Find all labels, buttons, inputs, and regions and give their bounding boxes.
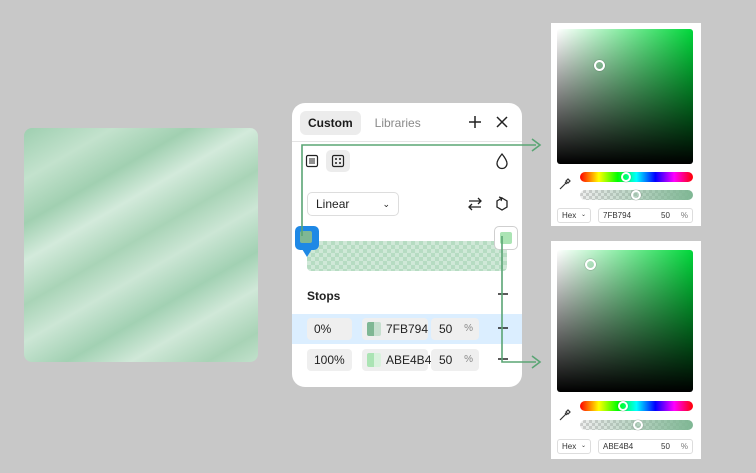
saturation-field[interactable] <box>557 250 693 392</box>
opacity-unit: % <box>680 211 688 220</box>
hex-input[interactable]: ABE4B4 50 % <box>598 439 693 454</box>
alpha-thumb[interactable] <box>631 190 641 200</box>
eyedropper-icon[interactable] <box>558 408 572 422</box>
saturation-field[interactable] <box>557 29 693 164</box>
saturation-thumb[interactable] <box>594 60 605 71</box>
format-label: Hex <box>562 211 577 220</box>
opacity-unit: % <box>680 442 688 451</box>
chevron-down-icon: ⌄ <box>580 443 586 449</box>
hex-input[interactable]: 7FB794 50 % <box>598 208 693 223</box>
chevron-down-icon: ⌄ <box>580 212 586 218</box>
eyedropper-icon[interactable] <box>558 177 572 191</box>
saturation-thumb[interactable] <box>585 259 596 270</box>
color-picker: Hex ⌄ ABE4B4 50 % <box>551 241 701 459</box>
hue-thumb[interactable] <box>618 401 628 411</box>
opacity-value[interactable]: 50 <box>661 209 670 222</box>
hex-value: 7FB794 <box>603 211 632 220</box>
color-format-select[interactable]: Hex ⌄ <box>557 208 591 223</box>
hue-thumb[interactable] <box>621 172 631 182</box>
color-picker: Hex ⌄ 7FB794 50 % <box>551 23 701 226</box>
format-label: Hex <box>562 442 577 451</box>
color-format-select[interactable]: Hex ⌄ <box>557 439 591 454</box>
alpha-thumb[interactable] <box>633 420 643 430</box>
hex-value: ABE4B4 <box>603 442 634 451</box>
opacity-value[interactable]: 50 <box>661 440 670 453</box>
hue-slider[interactable] <box>580 172 693 182</box>
hue-slider[interactable] <box>580 401 693 411</box>
